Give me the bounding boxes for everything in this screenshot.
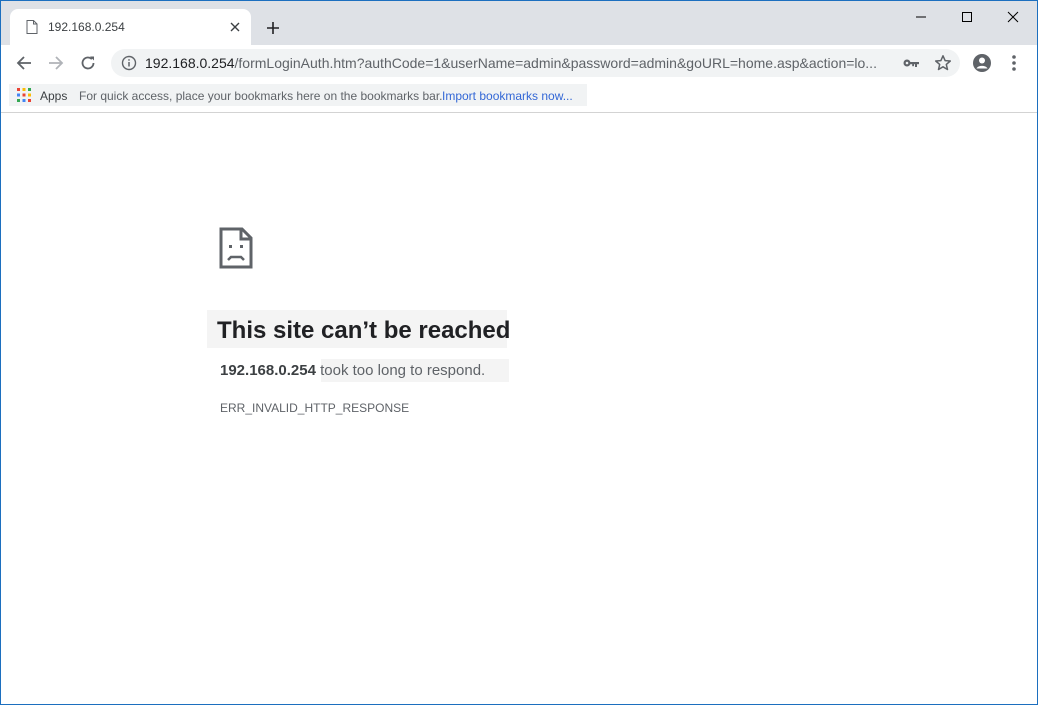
error-message: took too long to respond.: [315, 362, 486, 379]
tab-strip: 192.168.0.254: [1, 1, 1037, 45]
minimize-icon[interactable]: [898, 5, 944, 29]
account-icon[interactable]: [971, 52, 993, 74]
page-icon: [26, 20, 38, 34]
arrow-left-icon[interactable]: [11, 50, 37, 76]
import-bookmarks-link[interactable]: Import bookmarks now...: [442, 89, 573, 103]
url-host: 192.168.0.254: [145, 55, 235, 71]
maximize-icon[interactable]: [944, 5, 990, 29]
error-summary: 192.168.0.254 took too long to respond.: [220, 362, 485, 379]
arrow-right-icon[interactable]: [43, 50, 69, 76]
apps-grid-icon[interactable]: [17, 88, 31, 102]
star-icon[interactable]: [934, 54, 952, 72]
toolbar: 192.168.0.254/formLoginAuth.htm?authCode…: [1, 45, 1037, 81]
apps-label[interactable]: Apps: [40, 89, 67, 103]
reload-icon[interactable]: [75, 50, 101, 76]
sad-page-icon: [219, 227, 253, 269]
close-icon[interactable]: [227, 19, 243, 35]
info-icon[interactable]: [121, 55, 137, 71]
browser-window: 192.168.0.254 192.168.0.254/formLoginAut…: [0, 0, 1038, 705]
bookmarks-bar: Apps For quick access, place your bookma…: [1, 81, 1037, 113]
plus-icon[interactable]: [262, 17, 284, 39]
address-bar[interactable]: 192.168.0.254/formLoginAuth.htm?authCode…: [111, 49, 960, 77]
key-icon[interactable]: [902, 55, 920, 71]
url-text[interactable]: 192.168.0.254/formLoginAuth.htm?authCode…: [145, 55, 893, 71]
error-heading: This site can’t be reached: [217, 317, 511, 344]
more-vertical-icon[interactable]: [1003, 52, 1025, 74]
error-host: 192.168.0.254: [220, 362, 316, 379]
url-path: /formLoginAuth.htm?authCode=1&userName=a…: [234, 55, 877, 71]
tab-active[interactable]: 192.168.0.254: [10, 9, 251, 45]
tab-title: 192.168.0.254: [48, 20, 125, 34]
error-code: ERR_INVALID_HTTP_RESPONSE: [220, 401, 410, 415]
bookmarks-hint-text: For quick access, place your bookmarks h…: [79, 89, 443, 103]
window-close-icon[interactable]: [990, 5, 1036, 29]
